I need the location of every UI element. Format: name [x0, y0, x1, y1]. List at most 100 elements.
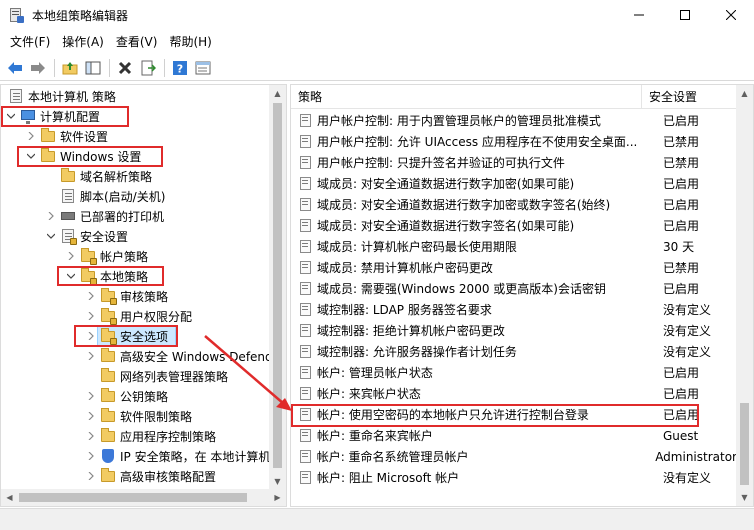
policy-name: 域控制器: 允许服务器操作者计划任务: [317, 345, 517, 359]
tree-item-network-list[interactable]: 网络列表管理器策略: [97, 366, 228, 386]
tree-item-scripts[interactable]: 脚本(启动/关机): [57, 186, 165, 206]
script-document-icon: [60, 188, 76, 204]
maximize-button[interactable]: [662, 0, 708, 30]
forward-button[interactable]: [27, 57, 49, 79]
policy-row[interactable]: 用户帐户控制: 只提升签名并验证的可执行文件 已禁用: [291, 152, 737, 173]
tree-item-defender-firewall[interactable]: 高级安全 Windows Defender: [85, 346, 285, 366]
expand-chevron-icon[interactable]: [85, 326, 97, 346]
list-vertical-scrollbar[interactable]: ▲ ▼: [736, 85, 753, 506]
expand-chevron-icon[interactable]: [85, 286, 97, 306]
menu-action[interactable]: 操作(A): [56, 31, 110, 53]
tree-item-public-key[interactable]: 公钥策略: [85, 386, 168, 406]
policy-row[interactable]: 域成员: 对安全通道数据进行数字加密或数字签名(始终) 已启用: [291, 194, 737, 215]
policy-setting-icon: [299, 239, 313, 254]
properties-button[interactable]: [192, 57, 214, 79]
policy-row[interactable]: 帐户: 来宾帐户状态 已启用: [291, 383, 737, 404]
expand-chevron-icon[interactable]: [85, 306, 97, 326]
menu-view[interactable]: 查看(V): [110, 31, 164, 53]
expand-chevron-icon[interactable]: [65, 246, 77, 266]
minimize-button[interactable]: [616, 0, 662, 30]
expand-chevron-icon[interactable]: [85, 386, 97, 406]
scroll-up-arrow-icon[interactable]: ▲: [736, 85, 753, 102]
policy-row[interactable]: 帐户: 重命名系统管理员帐户 Administrator: [291, 446, 737, 467]
policy-list-pane[interactable]: 策略 安全设置 用户帐户控制: 用于内置管理员帐户的管理员批准模式 已启用 用户帐户…: [290, 84, 754, 507]
policy-name: 帐户: 管理员帐户状态: [317, 366, 433, 380]
close-button[interactable]: [708, 0, 754, 30]
policy-row[interactable]: 域成员: 禁用计算机帐户密码更改 已禁用: [291, 257, 737, 278]
help-button[interactable]: ?: [169, 57, 191, 79]
tree-hscroll-thumb[interactable]: [19, 493, 247, 502]
tree-item-ipsec[interactable]: IP 安全策略，在 本地计算机: [85, 446, 270, 466]
expand-chevron-icon[interactable]: [45, 206, 57, 226]
up-folder-button[interactable]: [59, 57, 81, 79]
tree-item-security-options[interactable]: 安全选项: [85, 326, 168, 346]
expand-chevron-icon[interactable]: [85, 446, 97, 466]
policy-security-setting: 已启用: [663, 282, 700, 296]
policy-row[interactable]: 域成员: 对安全通道数据进行数字加密(如果可能) 已启用: [291, 173, 737, 194]
policy-name: 用户帐户控制: 允许 UIAccess 应用程序在不使用安全桌面...: [317, 135, 638, 149]
tree-item-software-restriction[interactable]: 软件限制策略: [85, 406, 192, 426]
policy-security-setting: 已禁用: [663, 156, 700, 170]
tree-item-audit-policy[interactable]: 审核策略: [85, 286, 168, 306]
column-header-policy[interactable]: 策略: [291, 85, 642, 109]
policy-row[interactable]: 域成员: 需要强(Windows 2000 或更高版本)会话密钥 已启用: [291, 278, 737, 299]
expand-chevron-icon[interactable]: [85, 406, 97, 426]
tree-item-root[interactable]: 本地计算机 策略: [5, 86, 116, 106]
policy-row[interactable]: 域成员: 计算机帐户密码最长使用期限 30 天: [291, 236, 737, 257]
tree-item-advanced-audit[interactable]: 高级审核策略配置: [85, 466, 216, 486]
column-header-setting[interactable]: 安全设置: [642, 85, 737, 109]
expand-chevron-icon[interactable]: [85, 346, 97, 366]
tree-item-printers[interactable]: 已部署的打印机: [45, 206, 164, 226]
tree-item-windows-settings[interactable]: Windows 设置: [25, 146, 141, 166]
tree-item-security-settings[interactable]: 安全设置: [45, 226, 128, 246]
scroll-right-arrow-icon[interactable]: ▶: [269, 489, 286, 506]
export-list-button[interactable]: [137, 57, 159, 79]
policy-name: 域成员: 对安全通道数据进行数字加密(如果可能): [317, 177, 575, 191]
expand-chevron-icon[interactable]: [25, 126, 37, 146]
policy-row[interactable]: 帐户: 管理员帐户状态 已启用: [291, 362, 737, 383]
tree-scroll-thumb[interactable]: [273, 103, 282, 468]
delete-button[interactable]: [114, 57, 136, 79]
console-tree-pane[interactable]: 本地计算机 策略 计算机配置 软件设置 Windows 设置 域名解析策略 脚本…: [0, 84, 287, 507]
menu-file[interactable]: 文件(F): [4, 31, 56, 53]
policy-setting-icon: [299, 113, 313, 128]
tree-vertical-scrollbar[interactable]: ▲ ▼: [269, 85, 286, 490]
policy-setting-icon: [299, 344, 313, 359]
scroll-up-arrow-icon[interactable]: ▲: [269, 85, 286, 102]
policy-setting-icon: [299, 323, 313, 338]
policy-row[interactable]: 域成员: 对安全通道数据进行数字签名(如果可能) 已启用: [291, 215, 737, 236]
expand-chevron-icon[interactable]: [85, 426, 97, 446]
tree-item-account-policies[interactable]: 帐户策略: [65, 246, 148, 266]
tree-item-dns-policy[interactable]: 域名解析策略: [57, 166, 152, 186]
policy-row[interactable]: 帐户: 阻止 Microsoft 帐户 没有定义: [291, 467, 737, 488]
tree-item-app-control[interactable]: 应用程序控制策略: [85, 426, 216, 446]
show-hide-tree-button[interactable]: [82, 57, 104, 79]
collapse-chevron-icon[interactable]: [5, 106, 17, 126]
policy-security-setting: Guest: [663, 428, 699, 443]
tree-item-computer-config[interactable]: 计算机配置: [5, 106, 100, 126]
collapse-chevron-icon[interactable]: [65, 266, 77, 286]
policy-row[interactable]: 域控制器: 拒绝计算机帐户密码更改 没有定义: [291, 320, 737, 341]
tree-horizontal-scrollbar[interactable]: ◀ ▶: [1, 489, 286, 506]
policy-security-setting: 没有定义: [663, 471, 712, 485]
maximize-icon: [680, 10, 690, 20]
policy-row[interactable]: 域控制器: LDAP 服务器签名要求 没有定义: [291, 299, 737, 320]
scroll-down-arrow-icon[interactable]: ▼: [269, 473, 286, 490]
policy-row[interactable]: 用户帐户控制: 用于内置管理员帐户的管理员批准模式 已启用: [291, 110, 737, 131]
policy-row[interactable]: 用户帐户控制: 允许 UIAccess 应用程序在不使用安全桌面... 已禁用: [291, 131, 737, 152]
tree-item-software-settings[interactable]: 软件设置: [25, 126, 108, 146]
scroll-down-arrow-icon[interactable]: ▼: [736, 489, 753, 506]
policy-row[interactable]: 帐户: 重命名来宾帐户 Guest: [291, 425, 737, 446]
menu-help[interactable]: 帮助(H): [163, 31, 217, 53]
back-button[interactable]: [4, 57, 26, 79]
scroll-left-arrow-icon[interactable]: ◀: [1, 489, 18, 506]
policy-row[interactable]: 帐户: 使用空密码的本地帐户只允许进行控制台登录 已启用: [291, 404, 737, 425]
expand-chevron-icon[interactable]: [85, 466, 97, 486]
collapse-chevron-icon[interactable]: [25, 146, 37, 166]
tree-item-user-rights[interactable]: 用户权限分配: [85, 306, 192, 326]
policy-setting-icon: [299, 218, 313, 233]
tree-item-local-policies[interactable]: 本地策略: [65, 266, 148, 286]
list-scroll-thumb[interactable]: [740, 403, 749, 485]
policy-row[interactable]: 域控制器: 允许服务器操作者计划任务 没有定义: [291, 341, 737, 362]
collapse-chevron-icon[interactable]: [45, 226, 57, 246]
